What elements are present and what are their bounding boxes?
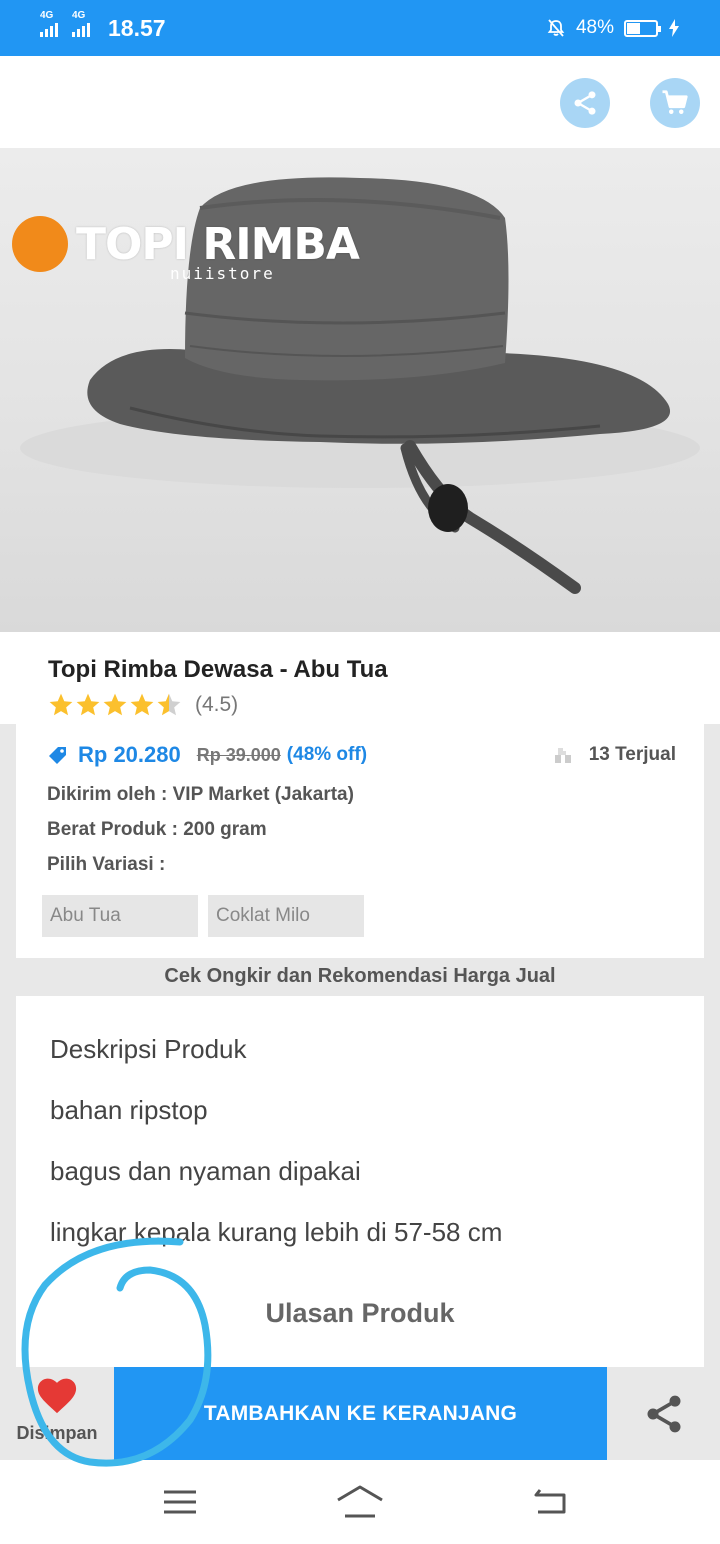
discount-label: (48% off) bbox=[286, 744, 368, 765]
rating-value: (4.5) bbox=[195, 693, 239, 716]
variant-option[interactable]: Coklat Milo bbox=[208, 895, 364, 937]
home-icon bbox=[337, 1485, 383, 1518]
save-label: Disimpan bbox=[16, 1423, 98, 1443]
description-line: bagus dan nyaman dipakai bbox=[50, 1156, 361, 1186]
variant-label: Pilih Variasi : bbox=[47, 854, 166, 875]
share-button[interactable] bbox=[560, 78, 610, 128]
sold-label: 13 Terjual bbox=[588, 744, 676, 765]
product-title: Topi Rimba Dewasa - Abu Tua bbox=[48, 656, 388, 683]
cart-button[interactable] bbox=[650, 78, 700, 128]
price-row: Rp 20.280 Rp 39.000 (48% off) bbox=[46, 742, 367, 768]
description-heading: Deskripsi Produk bbox=[50, 1034, 247, 1064]
status-right: 48% bbox=[546, 17, 680, 39]
menu-button[interactable] bbox=[156, 1482, 204, 1522]
back-icon bbox=[534, 1489, 566, 1514]
star-icon bbox=[103, 693, 127, 716]
price-tag-icon bbox=[49, 747, 66, 764]
battery-icon bbox=[624, 19, 661, 37]
share-icon bbox=[647, 1395, 680, 1432]
top-toolbar bbox=[0, 56, 720, 148]
price: Rp 20.280 bbox=[78, 742, 181, 767]
charging-icon bbox=[669, 19, 679, 37]
heart-icon bbox=[37, 1378, 77, 1414]
description-line: bahan ripstop bbox=[50, 1095, 208, 1125]
store-logo bbox=[12, 216, 68, 272]
clock: 18.57 bbox=[108, 14, 166, 41]
bottom-action-bar: Disimpan TAMBAHKAN KE KERANJANG bbox=[0, 1367, 720, 1460]
status-bar: 4G 4G 18.57 48% bbox=[0, 0, 720, 56]
star-icon bbox=[76, 693, 100, 716]
back-button[interactable] bbox=[526, 1482, 574, 1522]
network-type-label: 4G bbox=[40, 10, 54, 21]
sold-count: 13 Terjual bbox=[553, 744, 676, 766]
share-product-button[interactable] bbox=[607, 1367, 720, 1460]
signal-icon: 4G bbox=[72, 10, 90, 37]
shipper-info: Dikirim oleh : VIP Market (Jakarta) bbox=[47, 784, 354, 805]
star-icon bbox=[130, 693, 154, 716]
reviews-section-title[interactable]: Ulasan Produk bbox=[16, 1298, 704, 1329]
share-icon bbox=[574, 91, 596, 115]
star-icon bbox=[49, 693, 73, 716]
product-details: Rp 20.280 Rp 39.000 (48% off) 13 Terjual… bbox=[16, 724, 704, 958]
status-left: 4G 4G 18.57 bbox=[40, 10, 166, 42]
cart-icon bbox=[662, 90, 688, 114]
home-button[interactable] bbox=[336, 1482, 384, 1522]
star-rating bbox=[48, 692, 183, 718]
original-price: Rp 39.000 bbox=[196, 744, 281, 765]
menu-icon bbox=[164, 1490, 196, 1514]
sold-icon bbox=[554, 748, 571, 763]
product-description: Deskripsi Produk bahan ripstop bagus dan… bbox=[16, 996, 704, 1368]
watermark-subtitle: nuiistore bbox=[170, 264, 275, 283]
shipping-check-link[interactable]: Cek Ongkir dan Rekomendasi Harga Jual bbox=[16, 958, 704, 996]
save-button[interactable]: Disimpan bbox=[0, 1367, 114, 1460]
system-navigation-bar bbox=[0, 1460, 720, 1544]
rating-row: (4.5) bbox=[48, 692, 720, 718]
star-icon bbox=[157, 693, 181, 716]
add-to-cart-button[interactable]: TAMBAHKAN KE KERANJANG bbox=[114, 1367, 607, 1460]
signal-icon: 4G bbox=[40, 10, 58, 37]
mute-bell-icon bbox=[547, 19, 565, 37]
description-line: lingkar kepala kurang lebih di 57-58 cm bbox=[50, 1217, 503, 1247]
battery-percent: 48% bbox=[575, 17, 614, 38]
variant-option[interactable]: Abu Tua bbox=[42, 895, 198, 937]
product-header: Topi Rimba Dewasa - Abu Tua (4.5) bbox=[0, 632, 720, 724]
watermark-title: TOPI RIMBA bbox=[76, 218, 360, 270]
network-type-label: 4G bbox=[72, 10, 86, 21]
product-image[interactable]: TOPI RIMBA nuiistore bbox=[0, 148, 720, 632]
weight-info: Berat Produk : 200 gram bbox=[47, 819, 267, 840]
